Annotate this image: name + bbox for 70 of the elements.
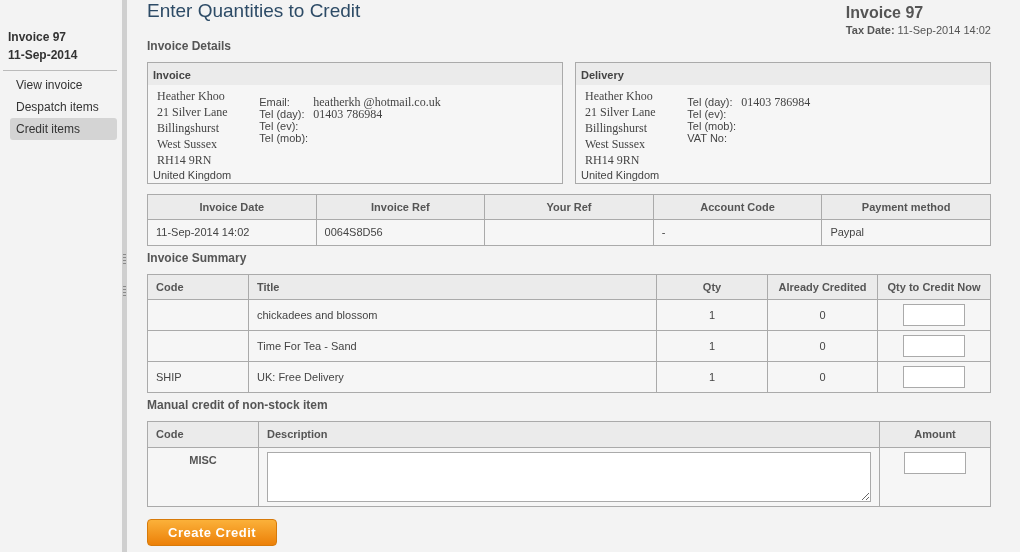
- table-cell: -: [653, 219, 822, 245]
- address-line: 21 Silver Lane: [156, 103, 229, 120]
- tax-date: Tax Date: 11-Sep-2014 14:02: [845, 23, 991, 38]
- table-cell: 1: [656, 361, 768, 393]
- table-cell: Paypal: [821, 219, 991, 245]
- contact-label: VAT No:: [687, 131, 728, 144]
- contact-value: heatherkh @hotmail.co.uk: [313, 94, 441, 109]
- address-line: Billingshurst: [156, 119, 220, 136]
- table-cell: SHIP: [147, 361, 249, 393]
- amount-field[interactable]: [904, 451, 966, 474]
- panel-heading: Invoice: [148, 62, 562, 85]
- address-line: Heather Khoo: [584, 87, 654, 104]
- quantity-field[interactable]: [903, 304, 965, 326]
- address-line: 21 Silver Lane: [584, 103, 657, 120]
- invoice-date: 11-Sep-2014: [7, 47, 79, 64]
- contact-label: Tel (ev):: [259, 119, 299, 132]
- table-cell: UK: Free Delivery: [248, 361, 657, 393]
- address-line: Billingshurst: [584, 119, 648, 136]
- contact-label: Tel (ev):: [687, 107, 727, 120]
- contact-label: Email:: [259, 95, 291, 108]
- column-header: Amount: [879, 421, 991, 447]
- column-header: Code: [147, 421, 259, 447]
- sidebar-item[interactable]: Despatch items: [10, 96, 117, 118]
- column-header: Description: [258, 421, 880, 447]
- address-line: RH14 9RN: [584, 151, 641, 168]
- contact-label: Tel (mob):: [687, 119, 738, 132]
- address-line: West Sussex: [584, 135, 647, 152]
- sidebar-item[interactable]: View invoice: [10, 74, 117, 96]
- description-field[interactable]: [267, 451, 871, 502]
- resize-handle[interactable]: [123, 254, 126, 266]
- table-cell: 0064S8D56: [316, 219, 485, 245]
- column-header: Qty to Credit Now: [877, 274, 991, 300]
- table-cell: 0: [767, 330, 878, 362]
- column-header: Payment method: [821, 194, 991, 220]
- table-cell: MISC: [147, 447, 259, 506]
- contact-label: Tel (mob):: [259, 131, 310, 144]
- contact-label: Tel (day):: [687, 95, 734, 108]
- contact-value: 01403 786984: [741, 94, 811, 109]
- column-header: Already Credited: [767, 274, 878, 300]
- quantity-field[interactable]: [903, 366, 965, 388]
- quantity-field[interactable]: [903, 335, 965, 357]
- table-cell: 11-Sep-2014 14:02: [147, 219, 317, 245]
- column-header: Invoice Ref: [316, 194, 485, 220]
- address-line: Heather Khoo: [156, 87, 226, 104]
- column-header: Your Ref: [484, 194, 654, 220]
- section-heading: Invoice Details: [147, 37, 233, 54]
- address-line: United Kingdom: [581, 167, 660, 182]
- table-cell: 1: [656, 330, 768, 362]
- table-cell: 1: [656, 299, 768, 331]
- column-header: Account Code: [653, 194, 822, 220]
- column-header: Code: [147, 274, 249, 300]
- section-heading: Manual credit of non-stock item: [147, 397, 329, 413]
- section-heading: Invoice Summary: [147, 249, 248, 266]
- panel-heading: Delivery: [576, 62, 990, 85]
- address-line: United Kingdom: [153, 167, 232, 182]
- table-cell: chickadees and blossom: [248, 299, 657, 331]
- invoice-number: Invoice 97: [845, 4, 925, 22]
- sidebar-item[interactable]: Credit items: [10, 118, 117, 140]
- contact-label: Tel (day):: [259, 107, 306, 120]
- column-header: Qty: [656, 274, 768, 300]
- page-title: Enter Quantities to Credit: [147, 0, 361, 23]
- column-header: Invoice Date: [147, 194, 317, 220]
- column-header: Title: [248, 274, 657, 300]
- table-cell: 0: [767, 299, 878, 331]
- address-line: West Sussex: [156, 135, 219, 152]
- table-cell: 0: [767, 361, 878, 393]
- table-cell: Time For Tea - Sand: [248, 330, 657, 362]
- invoice-number: Invoice 97: [7, 29, 68, 46]
- resize-handle[interactable]: [123, 286, 126, 298]
- address-line: RH14 9RN: [156, 151, 213, 168]
